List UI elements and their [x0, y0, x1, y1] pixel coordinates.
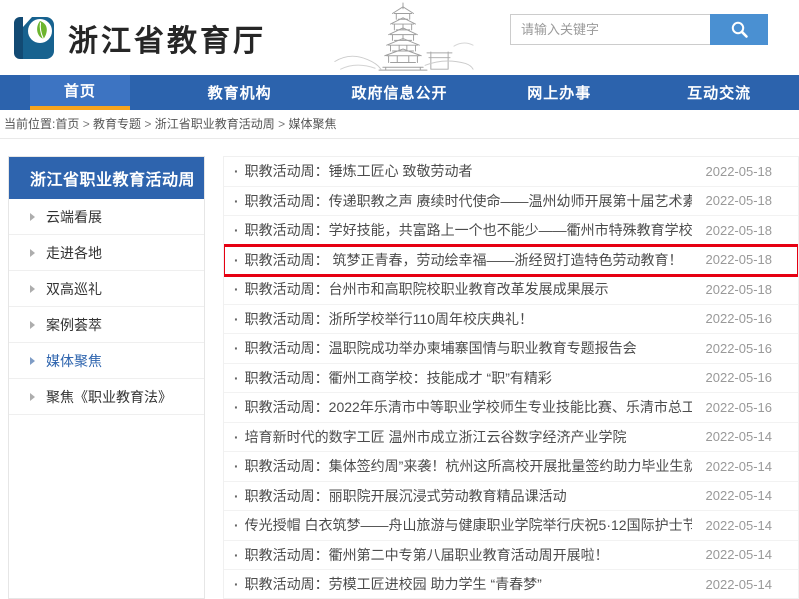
site-logo[interactable]: 浙江省教育厅	[10, 14, 266, 62]
news-item[interactable]: 职教活动周：丽职院开展沉浸式劳动教育精品课活动 2022-05-14	[224, 482, 798, 512]
sidebar-item-shuanggao-tour[interactable]: 双高巡礼	[9, 271, 204, 307]
sidebar-item-media-focus[interactable]: 媒体聚焦	[9, 343, 204, 379]
news-date: 2022-05-16	[706, 311, 773, 326]
news-title[interactable]: 职教活动周：2022年乐清市中等职业学校师生专业技能比赛、乐清市总工会职业技术学…	[234, 397, 692, 417]
news-date: 2022-05-18	[706, 223, 773, 238]
book-leaf-logo-icon	[10, 14, 58, 62]
sidebar-item-label: 走进各地	[46, 243, 102, 263]
news-title[interactable]: 职教活动周： 筑梦正青春，劳动绘幸福——浙经贸打造特色劳动教育！	[234, 250, 692, 270]
news-title[interactable]: 职教活动周：劳模工匠进校园 助力学生 “青春梦”	[234, 574, 692, 594]
news-item[interactable]: 职教活动周：2022年乐清市中等职业学校师生专业技能比赛、乐清市总工会职业技术学…	[224, 393, 798, 423]
news-date: 2022-05-18	[706, 282, 773, 297]
nav-label: 互动交流	[669, 75, 769, 110]
breadcrumb-media-focus: 媒体聚焦	[288, 117, 336, 131]
sidebar-item-cloud-exhibition[interactable]: 云端看展	[9, 199, 204, 235]
news-date: 2022-05-14	[706, 459, 773, 474]
nav-item-gov-info[interactable]: 政府信息公开	[320, 75, 480, 110]
arrow-right-icon	[30, 321, 35, 329]
news-item-highlighted[interactable]: 职教活动周： 筑梦正青春，劳动绘幸福——浙经贸打造特色劳动教育！ 2022-05…	[224, 246, 798, 276]
news-date: 2022-05-18	[706, 193, 773, 208]
news-title[interactable]: 职教活动周：台州市和高职院校职业教育改革发展成果展示	[234, 279, 692, 299]
sidebar-item-vocational-education-law[interactable]: 聚焦《职业教育法》	[9, 379, 204, 415]
news-title[interactable]: 传光授帽 白衣筑梦——舟山旅游与健康职业学院举行庆祝5·12国际护士节晚会	[234, 515, 692, 535]
news-date: 2022-05-14	[706, 577, 773, 592]
breadcrumb: 当前位置:首页教育专题浙江省职业教育活动周媒体聚焦	[0, 110, 799, 139]
nav-item-interaction[interactable]: 互动交流	[639, 75, 799, 110]
site-search	[510, 14, 768, 45]
news-item[interactable]: 职教活动周：学好技能，共富路上一个也不能少——衢州市特殊教育学校2022年职业教…	[224, 216, 798, 246]
sidebar-item-case-collection[interactable]: 案例荟萃	[9, 307, 204, 343]
news-title[interactable]: 职教活动周：温职院成功举办柬埔寨国情与职业教育专题报告会	[234, 338, 692, 358]
news-date: 2022-05-18	[706, 164, 773, 179]
sidebar-item-label: 双高巡礼	[46, 279, 102, 299]
news-title[interactable]: 职教活动周：传递职教之声 赓续时代使命——温州幼师开展第十届艺术素养节比赛暨职业…	[234, 191, 692, 211]
sidebar-item-regions[interactable]: 走进各地	[9, 235, 204, 271]
content-area: 浙江省职业教育活动周 云端看展 走进各地 双高巡礼 案例荟萃 媒体聚焦 聚焦《职…	[0, 139, 799, 599]
arrow-right-icon	[30, 285, 35, 293]
nav-label: 教育机构	[190, 75, 290, 110]
news-title[interactable]: 职教活动周：丽职院开展沉浸式劳动教育精品课活动	[234, 486, 692, 506]
nav-item-home[interactable]: 首页	[0, 75, 160, 110]
news-item[interactable]: 传光授帽 白衣筑梦——舟山旅游与健康职业学院举行庆祝5·12国际护士节晚会 20…	[224, 511, 798, 541]
news-date: 2022-05-16	[706, 400, 773, 415]
sidebar: 浙江省职业教育活动周 云端看展 走进各地 双高巡礼 案例荟萃 媒体聚焦 聚焦《职…	[8, 156, 205, 599]
arrow-right-icon	[30, 249, 35, 257]
news-date: 2022-05-16	[706, 370, 773, 385]
news-list: 职教活动周：锤炼工匠心 致敬劳动者 2022-05-18 职教活动周：传递职教之…	[223, 156, 799, 599]
news-title[interactable]: 职教活动周：集体签约周”来袭！杭州这所高校开展批量签约助力毕业生就业	[234, 456, 692, 476]
news-title[interactable]: 职教活动周：锤炼工匠心 致敬劳动者	[234, 161, 692, 181]
breadcrumb-prefix: 当前位置:	[4, 117, 55, 131]
sidebar-title: 浙江省职业教育活动周	[9, 157, 204, 199]
breadcrumb-home[interactable]: 首页	[55, 117, 93, 131]
news-date: 2022-05-16	[706, 341, 773, 356]
news-date: 2022-05-14	[706, 429, 773, 444]
news-item[interactable]: 职教活动周：台州市和高职院校职业教育改革发展成果展示 2022-05-18	[224, 275, 798, 305]
sidebar-item-label: 媒体聚焦	[46, 351, 102, 371]
sidebar-item-label: 聚焦《职业教育法》	[46, 387, 172, 407]
arrow-right-icon	[30, 393, 35, 401]
news-title[interactable]: 职教活动周：衢州工商学校：技能成才 “职”有精彩	[234, 368, 692, 388]
news-item[interactable]: 培育新时代的数字工匠 温州市成立浙江云谷数字经济产业学院 2022-05-14	[224, 423, 798, 453]
nav-label: 首页	[30, 75, 130, 110]
nav-item-institutions[interactable]: 教育机构	[160, 75, 320, 110]
sidebar-item-label: 案例荟萃	[46, 315, 102, 335]
search-input[interactable]	[510, 14, 710, 45]
breadcrumb-edu-topics[interactable]: 教育专题	[93, 117, 155, 131]
news-item[interactable]: 职教活动周：浙所学校举行110周年校庆典礼！ 2022-05-16	[224, 305, 798, 335]
news-item[interactable]: 职教活动周：衢州第二中专第八届职业教育活动周开展啦！ 2022-05-14	[224, 541, 798, 571]
news-item[interactable]: 职教活动周：衢州工商学校：技能成才 “职”有精彩 2022-05-16	[224, 364, 798, 394]
arrow-right-icon	[30, 357, 35, 365]
search-button[interactable]	[710, 14, 768, 45]
news-date: 2022-05-14	[706, 488, 773, 503]
news-date: 2022-05-14	[706, 518, 773, 533]
sidebar-item-label: 云端看展	[46, 207, 102, 227]
site-header: 浙江省教育厅	[0, 0, 799, 75]
news-title[interactable]: 培育新时代的数字工匠 温州市成立浙江云谷数字经济产业学院	[234, 427, 692, 447]
nav-item-online-services[interactable]: 网上办事	[479, 75, 639, 110]
nav-label: 网上办事	[509, 75, 609, 110]
news-item[interactable]: 职教活动周：温职院成功举办柬埔寨国情与职业教育专题报告会 2022-05-16	[224, 334, 798, 364]
nav-label: 政府信息公开	[349, 75, 449, 110]
news-item[interactable]: 职教活动周：锤炼工匠心 致敬劳动者 2022-05-18	[224, 157, 798, 187]
news-title[interactable]: 职教活动周：学好技能，共富路上一个也不能少——衢州市特殊教育学校2022年职业教…	[234, 220, 692, 240]
search-icon	[730, 20, 749, 39]
pagoda-sketch	[328, 2, 478, 74]
news-item[interactable]: 职教活动周：劳模工匠进校园 助力学生 “青春梦” 2022-05-14	[224, 570, 798, 599]
arrow-right-icon	[30, 213, 35, 221]
news-title[interactable]: 职教活动周：浙所学校举行110周年校庆典礼！	[234, 309, 692, 329]
site-title: 浙江省教育厅	[68, 16, 266, 60]
news-item[interactable]: 职教活动周：集体签约周”来袭！杭州这所高校开展批量签约助力毕业生就业 2022-…	[224, 452, 798, 482]
breadcrumb-activity-week[interactable]: 浙江省职业教育活动周	[155, 117, 289, 131]
news-date: 2022-05-18	[706, 252, 773, 267]
news-title[interactable]: 职教活动周：衢州第二中专第八届职业教育活动周开展啦！	[234, 545, 692, 565]
news-date: 2022-05-14	[706, 547, 773, 562]
news-item[interactable]: 职教活动周：传递职教之声 赓续时代使命——温州幼师开展第十届艺术素养节比赛暨职业…	[224, 187, 798, 217]
main-nav: 首页 教育机构 政府信息公开 网上办事 互动交流	[0, 75, 799, 110]
